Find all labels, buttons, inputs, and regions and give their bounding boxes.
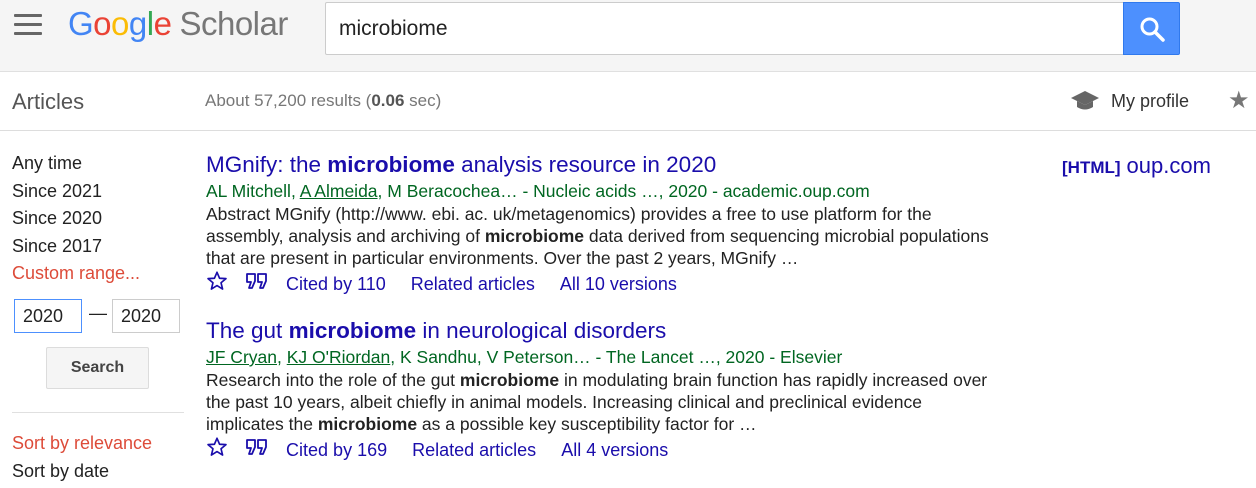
result-title-link[interactable]: MGnify: the microbiome analysis resource… bbox=[206, 151, 996, 179]
snippet-highlight: microbiome bbox=[317, 414, 418, 434]
author-link[interactable]: KJ O'Riordan bbox=[287, 347, 391, 367]
search-box bbox=[325, 2, 1125, 55]
my-profile-label: My profile bbox=[1111, 91, 1190, 111]
author-name: K Sandhu bbox=[399, 347, 477, 367]
menu-icon[interactable] bbox=[14, 14, 44, 38]
results-count-suffix: sec) bbox=[404, 91, 442, 110]
top-header: Google Scholar bbox=[0, 0, 1256, 72]
quote-icon[interactable] bbox=[245, 271, 269, 299]
search-result: The gut microbiome in neurological disor… bbox=[206, 317, 996, 466]
result-authors-line: JF Cryan, KJ O'Riordan, K Sandhu, V Pete… bbox=[206, 347, 843, 367]
range-dash: — bbox=[89, 303, 107, 323]
year-from-input[interactable] bbox=[14, 299, 82, 333]
results-time: 0.06 bbox=[371, 91, 405, 110]
filter-sidebar: Any time Since 2021 Since 2020 Since 201… bbox=[12, 150, 184, 481]
filter-since-2020[interactable]: Since 2020 bbox=[12, 205, 184, 233]
sort-by-relevance[interactable]: Sort by relevance bbox=[12, 430, 152, 458]
title-text: analysis resource in 2020 bbox=[454, 152, 717, 177]
result-title-link[interactable]: The gut microbiome in neurological disor… bbox=[206, 317, 996, 345]
all-versions-link[interactable]: All 4 versions bbox=[561, 436, 668, 464]
filter-since-2021[interactable]: Since 2021 bbox=[12, 178, 184, 206]
author-name: AL Mitchell bbox=[206, 181, 291, 201]
snippet-highlight: microbiome bbox=[484, 226, 585, 246]
save-star-icon[interactable] bbox=[206, 270, 228, 300]
result-actions: Cited by 110 Related articles All 10 ver… bbox=[206, 270, 996, 300]
articles-label: Articles bbox=[12, 89, 85, 114]
google-scholar-logo[interactable]: Google Scholar bbox=[68, 4, 288, 44]
fulltext-source: oup.com bbox=[1126, 153, 1211, 178]
title-highlight: microbiome bbox=[288, 318, 417, 343]
title-text: MGnify: the bbox=[206, 152, 328, 177]
graduation-cap-icon bbox=[1071, 91, 1099, 110]
snippet-highlight: microbiome bbox=[459, 370, 560, 390]
filter-any-time[interactable]: Any time bbox=[12, 150, 184, 178]
result-authors-line: AL Mitchell, A Almeida, M Beracochea… - … bbox=[206, 181, 870, 201]
all-versions-link[interactable]: All 10 versions bbox=[560, 270, 677, 298]
author-name: V Peterson bbox=[486, 347, 574, 367]
logo-letter: G bbox=[68, 5, 94, 42]
cited-by-link[interactable]: Cited by 169 bbox=[286, 436, 387, 464]
title-text: in neurological disorders bbox=[416, 318, 667, 343]
custom-year-range: — bbox=[14, 299, 184, 333]
filter-custom-range[interactable]: Custom range... bbox=[12, 260, 184, 288]
title-highlight: microbiome bbox=[327, 152, 455, 177]
author-link[interactable]: JF Cryan bbox=[206, 347, 277, 367]
fulltext-type: [HTML] bbox=[1062, 158, 1121, 177]
result-snippet: Abstract MGnify (http://www. ebi. ac. uk… bbox=[206, 203, 996, 269]
title-text: The gut bbox=[206, 318, 289, 343]
search-button[interactable] bbox=[1123, 2, 1180, 55]
results-count-prefix: About 57,200 results ( bbox=[205, 91, 372, 110]
logo-letter: g bbox=[128, 5, 147, 42]
results-toolbar: Articles About 57,200 results (0.06 sec)… bbox=[0, 72, 1256, 131]
author-link[interactable]: A Almeida bbox=[300, 181, 378, 201]
sort-by-date[interactable]: Sort by date bbox=[12, 458, 152, 486]
search-icon bbox=[1140, 17, 1165, 42]
result-snippet: Research into the role of the gut microb… bbox=[206, 369, 996, 435]
logo-letter: e bbox=[153, 5, 172, 42]
year-to-input[interactable] bbox=[112, 299, 180, 333]
logo-scholar-word: Scholar bbox=[179, 5, 288, 42]
related-articles-link[interactable]: Related articles bbox=[412, 436, 536, 464]
search-result: MGnify: the microbiome analysis resource… bbox=[206, 151, 996, 300]
results-count: About 57,200 results (0.06 sec) bbox=[205, 91, 441, 111]
related-articles-link[interactable]: Related articles bbox=[411, 270, 535, 298]
snippet-text: as a possible key susceptibility factor … bbox=[417, 414, 757, 434]
result-actions: Cited by 169 Related articles All 4 vers… bbox=[206, 436, 996, 466]
sort-options: Sort by relevance Sort by date bbox=[12, 430, 152, 485]
publication-info: … - Nucleic acids …, 2020 - academic.oup… bbox=[500, 181, 870, 201]
save-star-icon[interactable] bbox=[206, 436, 228, 466]
publication-info: … - The Lancet …, 2020 - Elsevier bbox=[573, 347, 843, 367]
search-input[interactable] bbox=[326, 3, 1124, 54]
author-name: M Beracochea bbox=[387, 181, 501, 201]
cited-by-link[interactable]: Cited by 110 bbox=[286, 270, 386, 298]
logo-letter: l bbox=[146, 5, 154, 42]
sidebar-divider bbox=[12, 412, 184, 413]
quote-icon[interactable] bbox=[245, 437, 269, 465]
snippet-text: Research into the role of the gut bbox=[206, 370, 460, 390]
my-library-star-icon[interactable]: ★ bbox=[1228, 89, 1250, 113]
logo-letter: o bbox=[93, 5, 112, 42]
logo-letter: o bbox=[111, 5, 129, 42]
filter-since-2017[interactable]: Since 2017 bbox=[12, 233, 184, 261]
fulltext-link[interactable]: [HTML] oup.com bbox=[1062, 153, 1242, 179]
range-search-button[interactable]: Search bbox=[46, 347, 149, 389]
